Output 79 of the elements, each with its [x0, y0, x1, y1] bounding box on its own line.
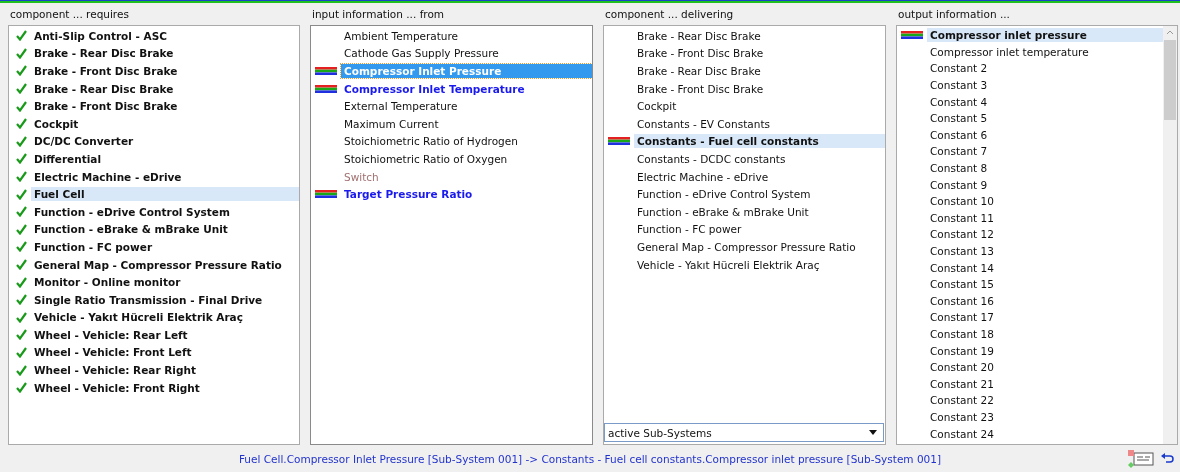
list-item[interactable]: Constant 3: [927, 78, 1163, 93]
undo-icon[interactable]: [1160, 453, 1174, 465]
list-item[interactable]: Constant 5: [927, 111, 1163, 126]
list-item[interactable]: Constant 14: [927, 260, 1163, 275]
list-item[interactable]: Vehicle - Yakıt Hücreli Elektrik Araç: [31, 310, 299, 325]
list-item[interactable]: Fuel Cell: [31, 187, 299, 202]
list-item[interactable]: Compressor Inlet Temperature: [341, 81, 592, 96]
list-item[interactable]: Vehicle - Yakıt Hücreli Elektrik Araç: [634, 257, 885, 272]
list-item[interactable]: Cockpit: [31, 116, 299, 131]
list-item[interactable]: Electric Machine - eDrive: [634, 169, 885, 184]
list-item[interactable]: Differential: [31, 151, 299, 166]
list-item[interactable]: Constant 15: [927, 277, 1163, 292]
list-item[interactable]: Function - eDrive Control System: [31, 204, 299, 219]
list-item[interactable]: General Map - Compressor Pressure Ratio: [31, 257, 299, 272]
list-item[interactable]: Constant 7: [927, 144, 1163, 159]
list-item[interactable]: Anti-Slip Control - ASC: [31, 28, 299, 43]
list-item[interactable]: Compressor inlet pressure: [927, 28, 1163, 43]
list-item[interactable]: Wheel - Vehicle: Rear Left: [31, 327, 299, 342]
list-item[interactable]: Monitor - Online monitor: [31, 275, 299, 290]
list-item[interactable]: Brake - Rear Disc Brake: [31, 46, 299, 61]
list-item[interactable]: Constant 4: [927, 94, 1163, 109]
list-item[interactable]: Constant 24: [927, 426, 1163, 441]
list-item[interactable]: Function - eBrake & mBrake Unit: [31, 222, 299, 237]
list-item[interactable]: Compressor inlet temperature: [927, 44, 1163, 59]
list-item[interactable]: Brake - Front Disc Brake: [634, 46, 885, 61]
list-item[interactable]: Constants - Fuel cell constants: [634, 134, 885, 149]
list-item[interactable]: Constant 6: [927, 127, 1163, 142]
list-item[interactable]: Constants - DCDC constants: [634, 151, 885, 166]
list-item[interactable]: Constant 13: [927, 244, 1163, 258]
filter-dropdown[interactable]: active Sub-Systems: [604, 423, 884, 442]
list-item[interactable]: Constant 12: [927, 227, 1163, 242]
list-item[interactable]: Maximum Current: [341, 116, 592, 131]
list-item[interactable]: Cathode Gas Supply Pressure: [341, 46, 592, 61]
list-item[interactable]: Brake - Rear Disc Brake: [634, 28, 885, 43]
list-item[interactable]: Function - eDrive Control System: [634, 187, 885, 202]
list-item[interactable]: DC/DC Converter: [31, 134, 299, 149]
list-item[interactable]: Brake - Rear Disc Brake: [31, 81, 299, 96]
list-item[interactable]: General Map - Compressor Pressure Ratio: [634, 239, 885, 254]
list-item[interactable]: Cockpit: [634, 99, 885, 114]
list-item[interactable]: Stoichiometric Ratio of Oxygen: [341, 151, 592, 166]
list-item[interactable]: Constant 23: [927, 409, 1163, 424]
list-item[interactable]: External Temperature: [341, 99, 592, 114]
list-item[interactable]: Constants - EV Constants: [634, 116, 885, 131]
scrollbar[interactable]: [1163, 26, 1177, 444]
list-item[interactable]: Constant 11: [927, 210, 1163, 225]
list-item[interactable]: Function - eBrake & mBrake Unit: [634, 204, 885, 219]
list-item[interactable]: Constant 16: [927, 293, 1163, 308]
list-item[interactable]: Constant 22: [927, 393, 1163, 408]
list-item[interactable]: Wheel - Vehicle: Front Right: [31, 380, 299, 395]
list-item[interactable]: Constant 18: [927, 327, 1163, 341]
column-header: component ... delivering: [605, 8, 734, 20]
list-item[interactable]: Constant 2: [927, 61, 1163, 76]
list-item[interactable]: Electric Machine - eDrive: [31, 169, 299, 184]
list-item[interactable]: Constant 10: [927, 194, 1163, 209]
list-item[interactable]: Stoichiometric Ratio of Hydrogen: [341, 134, 592, 149]
list-item[interactable]: Brake - Rear Disc Brake: [634, 64, 885, 78]
list-item[interactable]: Function - FC power: [634, 222, 885, 237]
list-item[interactable]: Target Pressure Ratio: [341, 187, 592, 202]
caret-icon: [869, 430, 877, 435]
list-item[interactable]: Constant 20: [927, 360, 1163, 375]
list-item[interactable]: Constant 8: [927, 161, 1163, 176]
list-item[interactable]: Constant 9: [927, 177, 1163, 192]
list-item[interactable]: Wheel - Vehicle: Rear Right: [31, 363, 299, 378]
column-header: input information ... from: [312, 8, 445, 20]
list-item[interactable]: Constant 21: [927, 376, 1163, 391]
column-header: output information ...: [898, 8, 1010, 20]
scrollbar-thumb[interactable]: [1164, 40, 1176, 120]
list-item[interactable]: Wheel - Vehicle: Front Left: [31, 345, 299, 360]
list-item[interactable]: Function - FC power: [31, 239, 299, 254]
list-item[interactable]: Brake - Front Disc Brake: [31, 99, 299, 114]
list-item[interactable]: Ambient Temperature: [341, 28, 592, 43]
list-item[interactable]: Brake - Front Disc Brake: [634, 81, 885, 96]
list-item[interactable]: Constant 17: [927, 310, 1163, 325]
document-icon[interactable]: [1128, 450, 1154, 468]
status-text: Fuel Cell.Compressor Inlet Pressure [Sub-System 001] -> Constants - Fuel cell constants.Compressor inlet pressure [Sub-System 001]: [238, 452, 942, 465]
list-item[interactable]: Constant 19: [927, 343, 1163, 358]
column-header: component ... requires: [10, 8, 129, 20]
list-item[interactable]: Single Ratio Transmission - Final Drive: [31, 292, 299, 307]
list-item[interactable]: Brake - Front Disc Brake: [31, 64, 299, 78]
